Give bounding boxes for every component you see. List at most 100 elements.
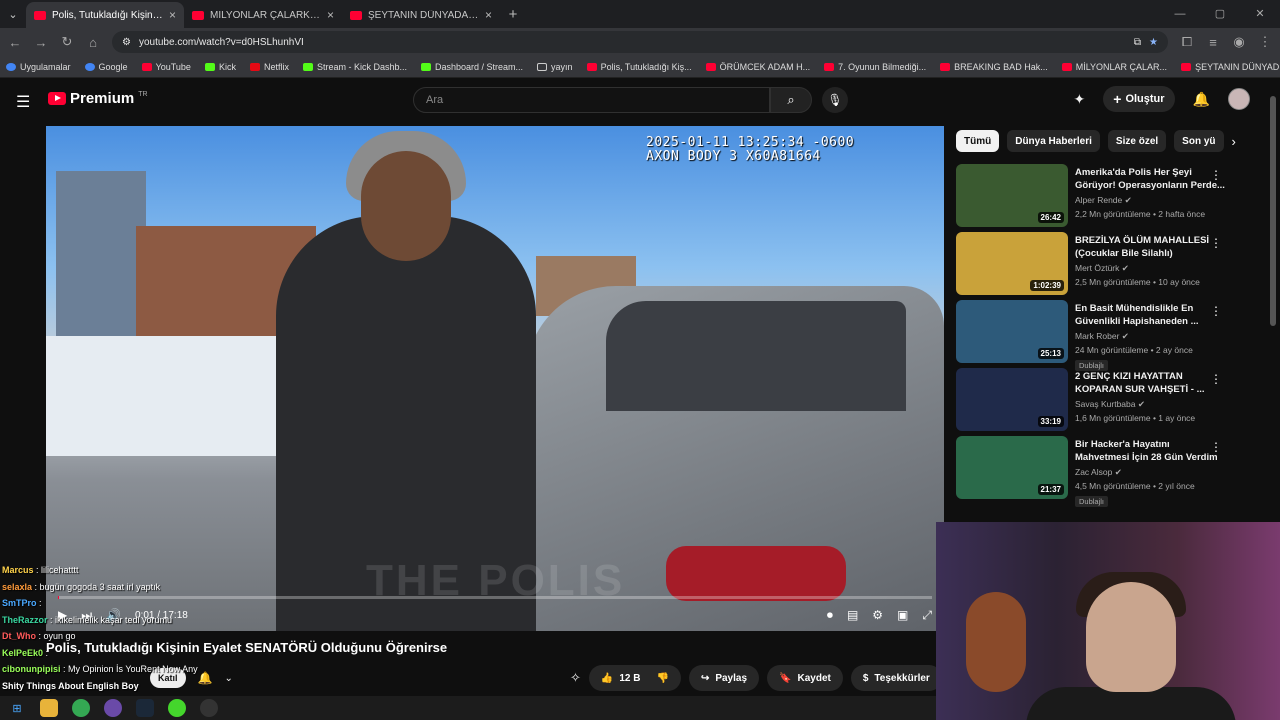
bookmark-item[interactable]: BREAKING BAD Hak... xyxy=(940,62,1048,72)
reading-list-icon[interactable]: ≡ xyxy=(1206,35,1220,50)
avatar[interactable] xyxy=(1228,88,1250,110)
more-vert-icon[interactable]: ⋮ xyxy=(1210,304,1222,318)
voice-search-button[interactable]: 🎙 xyxy=(822,87,848,113)
notifications-bell-icon[interactable]: 🔔 xyxy=(1193,91,1210,108)
thumbs-down-icon[interactable]: 👎 xyxy=(656,673,668,684)
youtube-logo[interactable]: Premium TR xyxy=(48,90,148,107)
new-tab-button[interactable]: + xyxy=(500,6,526,23)
channel-name[interactable]: Alper Rende ✔ xyxy=(1075,195,1226,206)
recommendation-item[interactable]: 26:42 Amerika'da Polis Her Şeyi Görüyor!… xyxy=(956,164,1226,232)
channel-name[interactable]: Savaş Kurtbaba ✔ xyxy=(1075,399,1226,410)
app-icon[interactable] xyxy=(104,699,122,717)
back-icon[interactable]: ← xyxy=(8,35,22,50)
more-vert-icon[interactable]: ⋮ xyxy=(1210,440,1222,454)
site-info-icon[interactable]: ⚙ xyxy=(122,37,131,48)
sparkle-icon[interactable]: ✧ xyxy=(570,670,581,686)
video-scene-building xyxy=(56,171,146,361)
browser-tab[interactable]: ŞEYTANIN DÜNYADAKİ YÜZÜ × xyxy=(342,2,500,28)
extensions-icon[interactable]: ⧠ xyxy=(1180,34,1194,50)
chip-for-you[interactable]: Size özel xyxy=(1107,130,1167,152)
bookmark-star-icon[interactable]: ★ xyxy=(1149,37,1158,48)
bookmark-item[interactable]: Kick xyxy=(204,62,236,72)
bookmark-item[interactable]: Netflix xyxy=(249,62,289,72)
bookmark-item[interactable]: ÖRÜMCEK ADAM H... xyxy=(705,62,810,72)
recommendation-title[interactable]: En Basit Mühendislikle En Güvenlikli Hap… xyxy=(1075,302,1226,328)
recommendation-title[interactable]: BREZİLYA ÖLÜM MAHALLESİ (Çocuklar Bile S… xyxy=(1075,234,1226,260)
channel-name[interactable]: Mark Rober ✔ xyxy=(1075,331,1226,342)
create-button[interactable]: + Oluştur xyxy=(1103,86,1175,112)
recommendation-title[interactable]: Amerika'da Polis Her Şeyi Görüyor! Opera… xyxy=(1075,166,1226,192)
menu-icon[interactable]: ⋮ xyxy=(1258,34,1272,50)
google-icon xyxy=(84,62,95,71)
video-thumbnail[interactable]: 1:02:39 xyxy=(956,232,1068,295)
scrollbar[interactable] xyxy=(1270,96,1276,326)
more-vert-icon[interactable]: ⋮ xyxy=(1210,372,1222,386)
file-explorer-icon[interactable] xyxy=(40,699,58,717)
browser-tab-bar: ⌄ Polis, Tutukladığı Kişinin Eyalet × Mİ… xyxy=(0,0,1280,28)
menu-hamburger-icon[interactable]: ☰ xyxy=(16,92,30,112)
fullscreen-icon[interactable]: ⤢ xyxy=(922,608,932,623)
chat-message: TheRazzor : ikikelimelik kaşar tedi yoru… xyxy=(2,614,173,625)
home-icon[interactable]: ⌂ xyxy=(86,35,100,50)
chip-recent[interactable]: Son yü xyxy=(1174,130,1224,152)
bookmark-item[interactable]: MİLYONLAR ÇALAR... xyxy=(1061,62,1167,72)
more-vert-icon[interactable]: ⋮ xyxy=(1210,168,1222,182)
bookmark-item[interactable]: Polis, Tutukladığı Kiş... xyxy=(586,62,692,72)
url-input[interactable]: ⚙ youtube.com/watch?v=d0HSLhunhVI ⧉ ★ xyxy=(112,31,1168,53)
bookmark-item[interactable]: yayın xyxy=(537,62,573,72)
recommendation-title[interactable]: 2 GENÇ KIZI HAYATTAN KOPARAN SUR VAHŞETİ… xyxy=(1075,370,1226,396)
more-vert-icon[interactable]: ⋮ xyxy=(1210,236,1222,250)
close-window-icon[interactable]: ✕ xyxy=(1240,0,1280,28)
subtitles-icon[interactable]: ▤ xyxy=(847,608,858,622)
settings-gear-icon[interactable]: ⚙ xyxy=(872,608,883,622)
cast-icon[interactable]: ⧉ xyxy=(1134,37,1141,48)
chip-world-news[interactable]: Dünya Haberleri xyxy=(1007,130,1100,152)
forward-icon[interactable]: → xyxy=(34,35,48,50)
windows-start-icon[interactable]: ⊞ xyxy=(8,699,26,717)
bookmark-item[interactable]: Google xyxy=(84,62,128,72)
video-thumbnail[interactable]: 26:42 xyxy=(956,164,1068,227)
chrome-icon[interactable] xyxy=(72,699,90,717)
search-input[interactable]: Ara xyxy=(413,87,770,113)
recommendation-item[interactable]: 21:37 Bir Hacker'a Hayatını Mahvetmesi İ… xyxy=(956,436,1226,507)
recommendation-item[interactable]: 25:13 En Basit Mühendislikle En Güvenlik… xyxy=(956,300,1226,371)
recommendation-title[interactable]: Bir Hacker'a Hayatını Mahvetmesi İçin 28… xyxy=(1075,438,1226,464)
chip-all[interactable]: Tümü xyxy=(956,130,1000,152)
autoplay-toggle-icon[interactable]: ⏺ xyxy=(827,608,833,623)
share-button[interactable]: ↪ Paylaş xyxy=(688,665,760,691)
recommendation-item[interactable]: 33:19 2 GENÇ KIZI HAYATTAN KOPARAN SUR V… xyxy=(956,368,1226,436)
close-icon[interactable]: × xyxy=(327,8,334,22)
video-thumbnail[interactable]: 33:19 xyxy=(956,368,1068,431)
save-button[interactable]: 🔖 Kaydet xyxy=(767,665,843,691)
reload-icon[interactable]: ↻ xyxy=(60,34,74,50)
video-player[interactable]: 2025-01-11 13:25:34 -0600 AXON BODY 3 X6… xyxy=(46,126,944,631)
profile-icon[interactable]: ◉ xyxy=(1232,34,1246,50)
bookmark-item[interactable]: YouTube xyxy=(141,62,191,72)
bookmark-item[interactable]: 7. Oyunun Bilmediği... xyxy=(824,62,926,72)
close-icon[interactable]: × xyxy=(169,8,176,22)
cast-icon[interactable]: ✦ xyxy=(1074,91,1086,108)
close-icon[interactable]: × xyxy=(485,8,492,22)
thanks-button[interactable]: $ Teşekkürler xyxy=(850,665,942,691)
steam-icon[interactable] xyxy=(136,699,154,717)
like-button[interactable]: 👍 12 B 👎 xyxy=(588,665,681,691)
video-thumbnail[interactable]: 25:13 xyxy=(956,300,1068,363)
browser-tab[interactable]: Polis, Tutukladığı Kişinin Eyalet × xyxy=(26,2,184,28)
razer-icon[interactable] xyxy=(168,699,186,717)
maximize-icon[interactable]: ▢ xyxy=(1200,0,1240,28)
bookmark-item[interactable]: Stream - Kick Dashb... xyxy=(302,62,407,72)
bookmark-item[interactable]: ŞEYTANIN DÜNYAD... xyxy=(1181,62,1280,72)
video-thumbnail[interactable]: 21:37 xyxy=(956,436,1068,499)
bookmark-item[interactable]: Uygulamalar xyxy=(6,62,71,72)
minimize-icon[interactable]: — xyxy=(1160,0,1200,28)
search-button[interactable]: ⌕ xyxy=(770,87,812,113)
channel-name[interactable]: Mert Öztürk ✔ xyxy=(1075,263,1226,274)
recommendation-item[interactable]: 1:02:39 BREZİLYA ÖLÜM MAHALLESİ (Çocukla… xyxy=(956,232,1226,300)
bookmark-item[interactable]: Dashboard / Stream... xyxy=(421,62,523,72)
chevron-right-icon[interactable]: › xyxy=(1232,134,1236,149)
miniplayer-icon[interactable]: ▣ xyxy=(897,608,908,622)
browser-tab[interactable]: MİLYONLAR ÇALARKEN VLOG × xyxy=(184,2,342,28)
tab-search-button[interactable]: ⌄ xyxy=(0,0,26,28)
obs-icon[interactable] xyxy=(200,699,218,717)
channel-name[interactable]: Zac Alsop ✔ xyxy=(1075,467,1226,478)
